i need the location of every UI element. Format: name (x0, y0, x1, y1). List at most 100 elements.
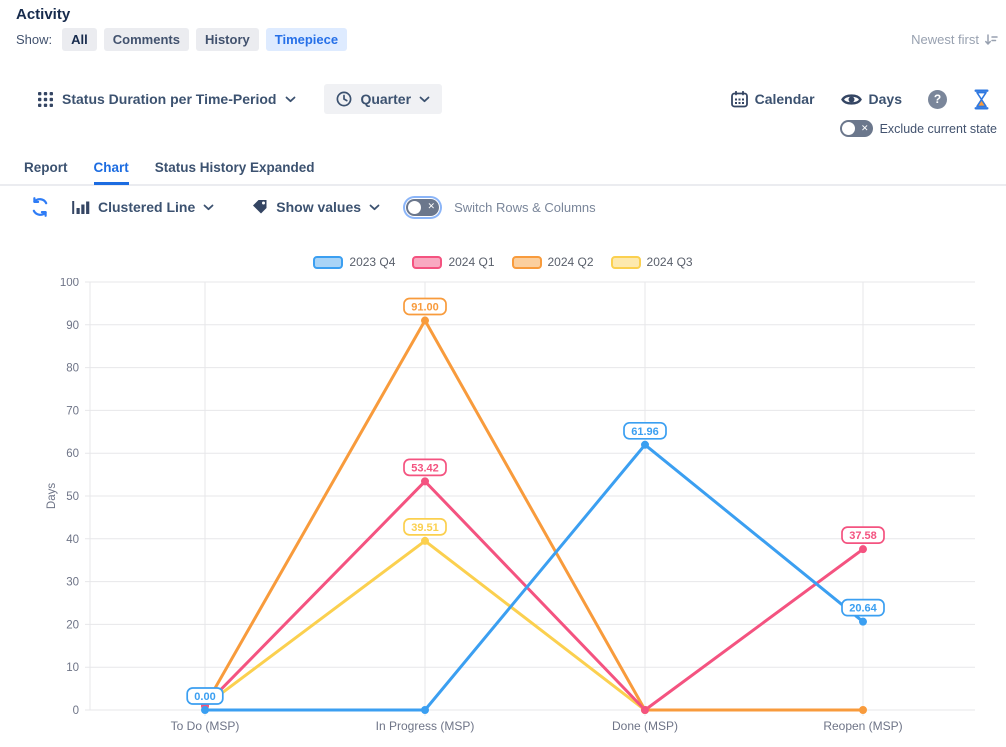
help-icon[interactable]: ? (928, 90, 947, 109)
tab-status-history-expanded[interactable]: Status History Expanded (155, 160, 315, 185)
period-selector-button[interactable]: Quarter (324, 84, 442, 114)
y-tick-label: 40 (66, 534, 79, 546)
switch-rows-columns-control: ✕ Switch Rows & Columns (406, 199, 596, 216)
toggle-off-x-icon: ✕ (428, 200, 436, 213)
legend-swatch (412, 256, 442, 269)
value-label-text: 0.00 (194, 691, 215, 703)
y-tick-label: 70 (66, 405, 79, 417)
sort-descending-icon (984, 33, 998, 47)
refresh-icon[interactable] (30, 197, 50, 217)
sort-order-label: Newest first (911, 32, 979, 47)
data-point (860, 707, 867, 714)
filter-comments-button[interactable]: Comments (104, 28, 189, 51)
y-tick-label: 20 (66, 619, 79, 631)
show-values-selector[interactable]: Show values (252, 199, 380, 215)
value-label-text: 61.96 (631, 426, 659, 438)
display-unit-button[interactable]: Days (841, 91, 902, 107)
legend-label: 2024 Q3 (647, 255, 693, 269)
data-point (642, 707, 649, 714)
hourglass-icon[interactable] (973, 89, 990, 110)
chevron-down-icon (419, 96, 430, 103)
toggle-knob (408, 201, 421, 214)
legend-label: 2024 Q1 (448, 255, 494, 269)
x-tick-label: Done (MSP) (612, 719, 678, 733)
grid-icon (38, 92, 53, 107)
bar-chart-icon (72, 200, 90, 215)
switch-rows-columns-toggle[interactable]: ✕ (406, 199, 439, 216)
calendar-button[interactable]: Calendar (731, 91, 815, 108)
data-point (422, 317, 429, 324)
sort-order-control[interactable]: Newest first (911, 32, 998, 47)
chart-line-2024-q2 (205, 321, 863, 710)
data-point (202, 707, 209, 714)
legend-item-2024-q2[interactable]: 2024 Q2 (512, 255, 594, 269)
legend-item-2024-q3[interactable]: 2024 Q3 (611, 255, 693, 269)
exclude-current-state-label: Exclude current state (880, 122, 997, 136)
data-point (642, 441, 649, 448)
calendar-label: Calendar (755, 91, 815, 107)
data-point (422, 707, 429, 714)
tab-chart[interactable]: Chart (94, 160, 129, 185)
chart-type-selector[interactable]: Clustered Line (72, 199, 214, 215)
chevron-down-icon (203, 204, 214, 211)
data-point (422, 537, 429, 544)
value-label-text: 37.58 (849, 530, 877, 542)
exclude-current-state-row: ✕ Exclude current state (840, 120, 997, 137)
report-type-selector[interactable]: Status Duration per Time-Period (38, 91, 296, 107)
filter-timepiece-button[interactable]: Timepiece (266, 28, 347, 51)
report-type-label: Status Duration per Time-Period (62, 91, 276, 107)
period-selector-label: Quarter (360, 91, 411, 107)
value-label-text: 20.64 (849, 603, 877, 615)
toggle-knob (842, 122, 855, 135)
data-point (422, 478, 429, 485)
y-tick-label: 0 (73, 705, 79, 717)
clock-icon (336, 91, 352, 107)
chevron-down-icon (369, 204, 380, 211)
right-controls: Calendar Days ? (731, 89, 990, 110)
chevron-down-icon (285, 96, 296, 103)
tab-report[interactable]: Report (24, 160, 68, 185)
legend-label: 2024 Q2 (548, 255, 594, 269)
y-tick-label: 100 (60, 278, 79, 289)
value-label-text: 39.51 (411, 522, 439, 534)
view-tabs: Report Chart Status History Expanded (24, 160, 315, 185)
display-unit-label: Days (869, 91, 902, 107)
activity-panel: Activity Show: All Comments History Time… (0, 0, 1006, 747)
timepiece-controls-row: Status Duration per Time-Period Quarter (38, 84, 990, 114)
show-filter-row: Show: All Comments History Timepiece New… (16, 28, 998, 51)
legend-swatch (313, 256, 343, 269)
y-tick-label: 60 (66, 448, 79, 460)
chart-toolbar: Clustered Line Show values ✕ Switch Rows… (30, 197, 596, 217)
calendar-icon (731, 91, 748, 108)
filter-all-button[interactable]: All (62, 28, 97, 51)
show-label: Show: (16, 32, 52, 47)
chart-type-label: Clustered Line (98, 199, 195, 215)
legend-item-2023-q4[interactable]: 2023 Q4 (313, 255, 395, 269)
value-label-text: 53.42 (411, 462, 439, 474)
data-point (860, 618, 867, 625)
chart-legend: 2023 Q4 2024 Q1 2024 Q2 2024 Q3 (0, 255, 1006, 269)
y-tick-label: 30 (66, 577, 79, 589)
eye-icon (841, 92, 862, 107)
y-tick-label: 50 (66, 491, 79, 503)
legend-item-2024-q1[interactable]: 2024 Q1 (412, 255, 494, 269)
show-values-label: Show values (276, 199, 361, 215)
toggle-off-x-icon: ✕ (861, 122, 869, 135)
legend-swatch (611, 256, 641, 269)
x-tick-label: Reopen (MSP) (823, 719, 902, 733)
chart-line-2023-q4 (205, 445, 863, 710)
y-tick-label: 10 (66, 662, 79, 674)
status-duration-line-chart: 0102030405060708090100To Do (MSP)In Prog… (0, 278, 1006, 747)
x-tick-label: To Do (MSP) (171, 719, 240, 733)
switch-rows-columns-label: Switch Rows & Columns (454, 200, 596, 215)
y-tick-label: 90 (66, 320, 79, 332)
page-title: Activity (16, 6, 70, 23)
tag-icon (252, 199, 268, 215)
legend-swatch (512, 256, 542, 269)
filter-history-button[interactable]: History (196, 28, 259, 51)
x-tick-label: In Progress (MSP) (376, 719, 475, 733)
legend-label: 2023 Q4 (349, 255, 395, 269)
y-axis-title: Days (46, 483, 58, 509)
exclude-current-state-toggle[interactable]: ✕ (840, 120, 873, 137)
value-label-text: 91.00 (411, 302, 439, 314)
